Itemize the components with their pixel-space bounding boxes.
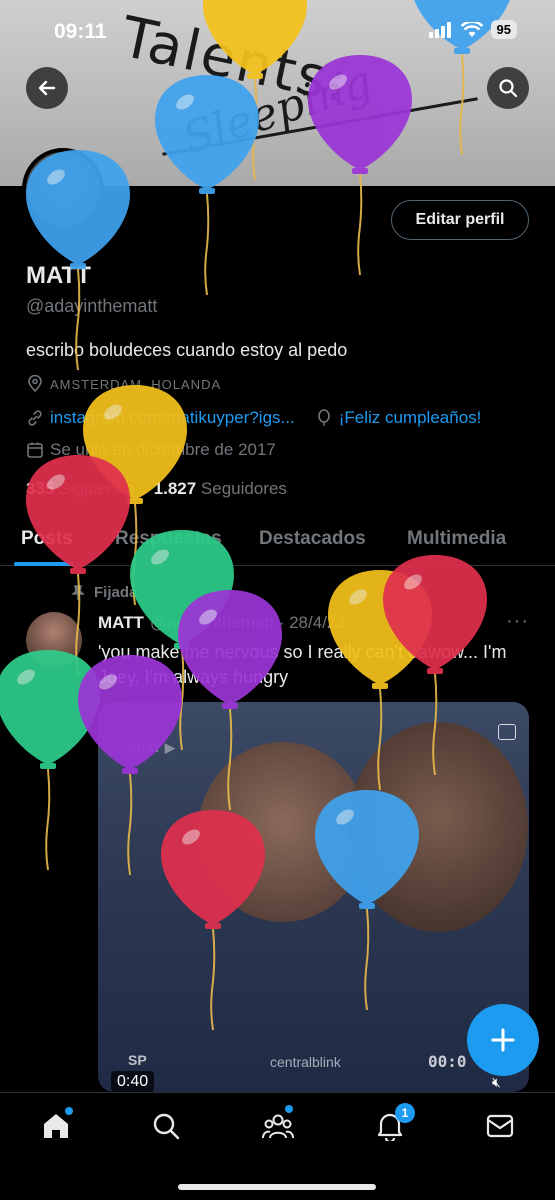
video-person-right [348, 722, 528, 932]
edit-profile-button[interactable]: Editar perfil [391, 200, 529, 240]
joined-text: Se unió en diciembre de 2017 [50, 440, 276, 459]
nav-home[interactable] [39, 1107, 73, 1143]
post-handle-date: @adayinthematt · 28/4/23 [149, 613, 346, 632]
home-notification-dot [65, 1107, 73, 1115]
post-author[interactable]: MATT [98, 613, 144, 632]
profile-name: MATT [26, 262, 91, 289]
bottom-navigation: 1 [0, 1092, 555, 1200]
video-play-label: PLAY ▶ [128, 740, 175, 755]
nav-messages[interactable] [483, 1109, 517, 1143]
location-pin-icon [28, 375, 42, 393]
status-time: 09:11 [54, 20, 107, 43]
battery-indicator: 95 [490, 20, 517, 39]
post-video[interactable]: PLAY ▶ SP centralblink 00:0 [98, 702, 529, 1092]
link-icon [28, 410, 42, 426]
tab-posts[interactable]: Posts [21, 528, 73, 550]
calendar-icon [27, 442, 43, 458]
signal-icon [428, 21, 451, 38]
compose-button[interactable] [467, 1004, 539, 1076]
back-button[interactable] [26, 67, 68, 109]
communities-notification-dot [285, 1105, 293, 1113]
active-tab-indicator [14, 562, 74, 566]
video-sp-label: SP [128, 1052, 147, 1068]
home-indicator [178, 1184, 376, 1190]
home-icon [44, 1114, 68, 1138]
status-bar: 09:11 95 [0, 0, 555, 62]
profile-handle: @adayinthematt [26, 296, 158, 316]
mute-icon[interactable]: 🔇︎ [492, 1074, 501, 1091]
search-icon [153, 1113, 180, 1140]
arrow-left-icon [38, 80, 56, 96]
followers-link[interactable]: 1.827 Seguidores [154, 479, 287, 498]
profile-website-link[interactable]: instagram.com/matikuyper?igs... [50, 408, 295, 428]
tab-respuestas[interactable]: Respuestas [115, 528, 222, 550]
post-header: MATT @adayinthematt · 28/4/23 [98, 613, 346, 633]
mail-icon [486, 1114, 514, 1138]
video-duration: 0:40 [111, 1071, 155, 1093]
tab-destacados[interactable]: Destacados [259, 528, 366, 550]
video-counter: 00:0 [428, 1052, 467, 1071]
wifi-icon [460, 21, 483, 37]
nav-communities[interactable] [261, 1105, 295, 1143]
balloon [0, 650, 100, 871]
pin-icon [71, 584, 85, 600]
search-button[interactable] [487, 67, 529, 109]
balloon-icon [317, 409, 330, 426]
follow-stats: 335 Siguiendo 1.827 Seguidores [26, 479, 287, 499]
profile-joined: Se unió en diciembre de 2017 [26, 440, 276, 460]
tab-multimedia[interactable]: Multimedia [407, 528, 506, 550]
birthday-link[interactable]: ¡Feliz cumpleaños! [339, 408, 482, 428]
notification-count-badge: 1 [395, 1103, 415, 1123]
status-icons: 95 [428, 20, 517, 39]
post-text: 'you make me nervous so I really can't e… [98, 642, 507, 687]
profile-bio: escribo boludeces cuando estoy al pedo [26, 340, 348, 360]
video-watermark: centralblink [270, 1054, 341, 1070]
nav-notifications[interactable]: 1 [373, 1103, 415, 1143]
nav-search[interactable] [149, 1109, 183, 1143]
plus-icon [491, 1028, 515, 1052]
post-more-button[interactable]: ··· [506, 610, 529, 633]
post-avatar[interactable] [26, 612, 82, 668]
communities-icon [262, 1114, 294, 1139]
video-captions-icon[interactable] [498, 724, 516, 740]
location-text: AMSTERDAM, HOLANDA [50, 376, 222, 392]
search-icon [499, 79, 518, 98]
profile-tabs: Posts Respuestas Destacados Multimedia [0, 518, 555, 566]
video-person-left [198, 742, 368, 922]
profile-avatar[interactable] [22, 148, 104, 230]
profile-links: instagram.com/matikuyper?igs... ¡Feliz c… [26, 408, 481, 428]
following-link[interactable]: 335 Siguiendo [26, 479, 135, 498]
profile-location: AMSTERDAM, HOLANDA [26, 375, 221, 393]
pinned-label: Fijada [70, 584, 137, 601]
